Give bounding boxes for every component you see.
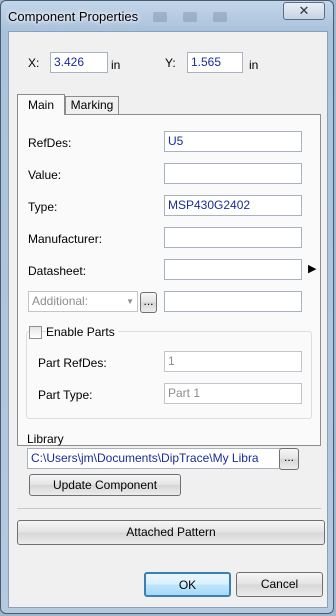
additional-browse-button[interactable]: ...	[140, 292, 157, 313]
refdes-input[interactable]: U5	[164, 131, 302, 152]
additional-value-input[interactable]	[164, 291, 302, 312]
refdes-label: RefDes:	[28, 136, 72, 150]
enable-parts-checkbox[interactable]	[29, 326, 42, 339]
datasheet-label: Datasheet:	[28, 264, 87, 278]
enable-parts-label: Enable Parts	[46, 325, 118, 339]
component-properties-window: Component Properties ✕ X: 3.426 in Y: 1.…	[0, 0, 334, 614]
manufacturer-input[interactable]	[164, 227, 302, 248]
library-path-input[interactable]: C:\Users\jm\Documents\DipTrace\My Libra	[27, 448, 282, 469]
title-bar[interactable]: Component Properties ✕	[1, 1, 333, 31]
divider	[17, 508, 321, 509]
background-toolbar-icon	[153, 12, 167, 22]
type-label: Type:	[28, 200, 58, 214]
value-label: Value:	[28, 168, 62, 182]
x-unit: in	[111, 58, 121, 72]
part-refdes-label: Part RefDes:	[38, 356, 107, 370]
background-toolbar-icon	[183, 12, 197, 22]
datasheet-input[interactable]	[164, 259, 302, 280]
datasheet-arrow-icon[interactable]: ▶	[308, 262, 316, 275]
main-tab-panel: RefDes: U5 Value: Type: MSP430G2402 Manu…	[17, 114, 321, 446]
library-label: Library	[27, 432, 64, 446]
y-label: Y:	[165, 56, 176, 70]
value-input[interactable]	[164, 163, 302, 184]
attached-pattern-button[interactable]: Attached Pattern	[17, 520, 325, 545]
y-unit: in	[249, 58, 259, 72]
y-input[interactable]: 1.565	[187, 52, 243, 73]
manufacturer-label: Manufacturer:	[28, 232, 103, 246]
tab-marking[interactable]: Marking	[65, 96, 119, 114]
part-type-input[interactable]: Part 1	[164, 383, 302, 404]
additional-combobox[interactable]: Additional: ▼	[28, 291, 138, 312]
chevron-down-icon: ▼	[126, 297, 134, 306]
x-label: X:	[28, 56, 40, 70]
close-button[interactable]: ✕	[283, 2, 325, 20]
part-refdes-input[interactable]: 1	[164, 351, 302, 372]
dialog-body: X: 3.426 in Y: 1.565 in Main Marking Ref…	[8, 31, 328, 608]
close-icon: ✕	[298, 3, 310, 18]
x-input[interactable]: 3.426	[50, 52, 108, 73]
tab-main[interactable]: Main	[17, 94, 65, 115]
window-title: Component Properties	[8, 9, 139, 24]
tab-marking-label: Marking	[70, 98, 114, 112]
enable-parts-group	[26, 331, 312, 419]
background-toolbar-icon	[213, 12, 227, 22]
library-browse-button[interactable]: ...	[279, 448, 299, 470]
type-input[interactable]: MSP430G2402	[164, 195, 302, 216]
tab-main-label: Main	[27, 98, 54, 112]
additional-placeholder: Additional:	[32, 294, 89, 308]
update-component-button[interactable]: Update Component	[29, 474, 181, 496]
cancel-button[interactable]: Cancel	[236, 572, 323, 597]
ok-button[interactable]: OK	[144, 572, 231, 597]
part-type-label: Part Type:	[38, 388, 93, 402]
